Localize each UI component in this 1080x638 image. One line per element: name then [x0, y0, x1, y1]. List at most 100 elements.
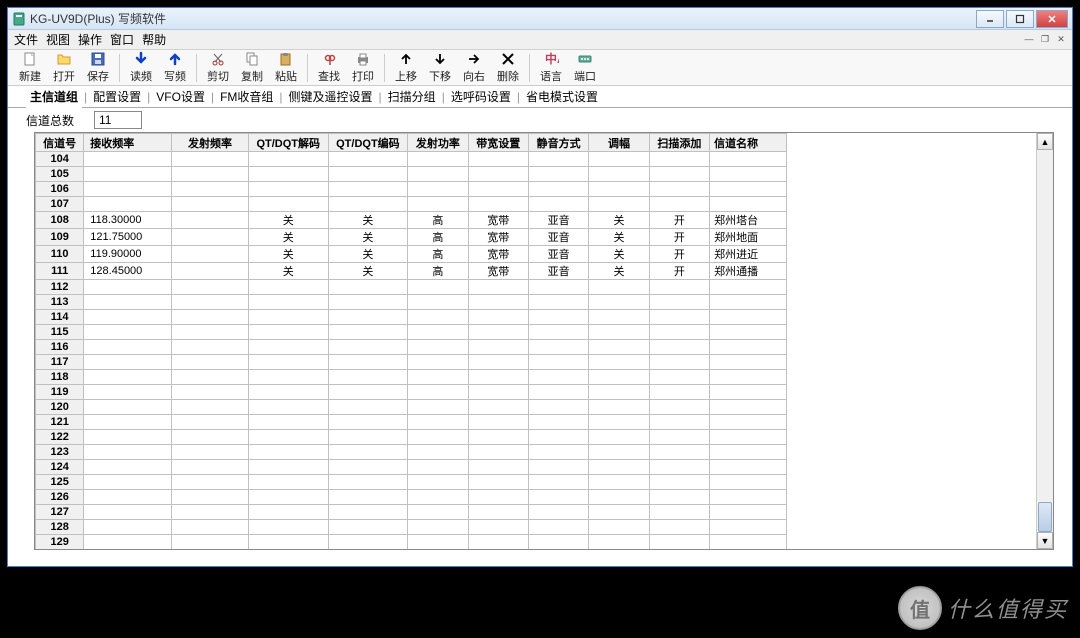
- col-encode[interactable]: QT/DQT编码: [328, 134, 408, 152]
- paste-button[interactable]: 粘贴: [270, 51, 302, 85]
- menu-window[interactable]: 窗口: [110, 31, 134, 48]
- vertical-scrollbar[interactable]: ▲ ▼: [1036, 133, 1053, 549]
- table-row[interactable]: 118: [36, 370, 787, 385]
- mdi-minimize-button[interactable]: ―: [1022, 32, 1036, 46]
- find-icon: [321, 51, 337, 67]
- new-button[interactable]: 新建: [14, 51, 46, 85]
- tab-sidekey[interactable]: 侧键及遥控设置: [285, 86, 377, 107]
- tab-scan-group[interactable]: 扫描分组: [384, 86, 440, 107]
- delete-button[interactable]: 删除: [492, 51, 524, 85]
- close-button[interactable]: [1036, 10, 1068, 28]
- cut-icon: [210, 51, 226, 67]
- table-row[interactable]: 106: [36, 182, 787, 197]
- channel-count-input[interactable]: [94, 111, 142, 129]
- col-channel-num[interactable]: 信道号: [36, 134, 84, 152]
- table-row[interactable]: 110119.90000关关高宽带亚音关开郑州进近: [36, 246, 787, 263]
- maximize-button[interactable]: [1006, 10, 1034, 28]
- tab-strip: 主信道组| 配置设置| VFO设置| FM收音组| 侧键及遥控设置| 扫描分组|…: [8, 86, 1072, 108]
- download-icon: [133, 51, 149, 67]
- tab-selcall[interactable]: 选呼码设置: [447, 86, 515, 107]
- write-button[interactable]: 写频: [159, 51, 191, 85]
- mdi-restore-button[interactable]: ❐: [1038, 32, 1052, 46]
- table-row[interactable]: 112: [36, 280, 787, 295]
- table-row[interactable]: 113: [36, 295, 787, 310]
- table-row[interactable]: 108118.30000关关高宽带亚音关开郑州塔台: [36, 212, 787, 229]
- table-row[interactable]: 128: [36, 520, 787, 535]
- watermark: 值 什么值得买: [898, 586, 1068, 630]
- menu-help[interactable]: 帮助: [142, 31, 166, 48]
- port-button[interactable]: 端口: [569, 51, 601, 85]
- col-decode[interactable]: QT/DQT解码: [248, 134, 328, 152]
- moveup-button[interactable]: 上移: [390, 51, 422, 85]
- copy-button[interactable]: 复制: [236, 51, 268, 85]
- table-row[interactable]: 127: [36, 505, 787, 520]
- minimize-button[interactable]: [976, 10, 1004, 28]
- scroll-thumb[interactable]: [1038, 502, 1052, 532]
- table-row[interactable]: 120: [36, 400, 787, 415]
- tab-config[interactable]: 配置设置: [89, 86, 145, 107]
- table-row[interactable]: 114: [36, 310, 787, 325]
- table-header-row: 信道号 接收频率 发射频率 QT/DQT解码 QT/DQT编码 发射功率 带宽设…: [36, 134, 787, 152]
- open-icon: [56, 51, 72, 67]
- tab-fm[interactable]: FM收音组: [216, 86, 277, 107]
- table-row[interactable]: 115: [36, 325, 787, 340]
- read-button[interactable]: 读频: [125, 51, 157, 85]
- upload-icon: [167, 51, 183, 67]
- arrow-up-icon: [398, 51, 414, 67]
- save-button[interactable]: 保存: [82, 51, 114, 85]
- cut-button[interactable]: 剪切: [202, 51, 234, 85]
- delete-icon: [500, 51, 516, 67]
- copy-icon: [244, 51, 260, 67]
- save-icon: [90, 51, 106, 67]
- menu-file[interactable]: 文件: [14, 31, 38, 48]
- paste-icon: [278, 51, 294, 67]
- tab-powersave[interactable]: 省电模式设置: [522, 86, 602, 107]
- col-modulation[interactable]: 调幅: [589, 134, 649, 152]
- table-row[interactable]: 125: [36, 475, 787, 490]
- table-row[interactable]: 105: [36, 167, 787, 182]
- menu-view[interactable]: 视图: [46, 31, 70, 48]
- table-row[interactable]: 119: [36, 385, 787, 400]
- table-row[interactable]: 124: [36, 460, 787, 475]
- print-button[interactable]: 打印: [347, 51, 379, 85]
- print-icon: [355, 51, 371, 67]
- table-row[interactable]: 121: [36, 415, 787, 430]
- language-button[interactable]: 中A语言: [535, 51, 567, 85]
- col-scan-add[interactable]: 扫描添加: [649, 134, 709, 152]
- table-row[interactable]: 117: [36, 355, 787, 370]
- window-title: KG-UV9D(Plus) 写频软件: [30, 10, 976, 27]
- col-rx-freq[interactable]: 接收频率: [84, 134, 172, 152]
- mdi-close-button[interactable]: ✕: [1054, 32, 1068, 46]
- open-button[interactable]: 打开: [48, 51, 80, 85]
- menu-bar: 文件 视图 操作 窗口 帮助: [8, 30, 1072, 50]
- moveright-button[interactable]: 向右: [458, 51, 490, 85]
- movedown-button[interactable]: 下移: [424, 51, 456, 85]
- col-power[interactable]: 发射功率: [408, 134, 468, 152]
- arrow-down-icon: [432, 51, 448, 67]
- col-bandwidth[interactable]: 带宽设置: [468, 134, 528, 152]
- table-row[interactable]: 111128.45000关关高宽带亚音关开郑州通播: [36, 263, 787, 280]
- col-tx-freq[interactable]: 发射频率: [172, 134, 249, 152]
- scroll-down-button[interactable]: ▼: [1037, 532, 1053, 549]
- scroll-up-button[interactable]: ▲: [1037, 133, 1053, 150]
- table-row[interactable]: 122: [36, 430, 787, 445]
- table-row[interactable]: 116: [36, 340, 787, 355]
- table-row[interactable]: 126: [36, 490, 787, 505]
- watermark-badge-icon: 值: [898, 586, 942, 630]
- col-mute[interactable]: 静音方式: [528, 134, 588, 152]
- table-row[interactable]: 129: [36, 535, 787, 550]
- toolbar: 新建 打开 保存 读频 写频 剪切 复制 粘贴 查找 打印 上移 下移 向右 删…: [8, 50, 1072, 86]
- menu-operate[interactable]: 操作: [78, 31, 102, 48]
- table-row[interactable]: 107: [36, 197, 787, 212]
- tab-main-channels[interactable]: 主信道组: [26, 86, 82, 109]
- table-row[interactable]: 104: [36, 152, 787, 167]
- svg-text:中A: 中A: [545, 51, 559, 66]
- find-button[interactable]: 查找: [313, 51, 345, 85]
- col-channel-name[interactable]: 信道名称: [710, 134, 787, 152]
- table-row[interactable]: 109121.75000关关高宽带亚音关开郑州地面: [36, 229, 787, 246]
- port-icon: [577, 51, 593, 67]
- title-bar: KG-UV9D(Plus) 写频软件: [8, 8, 1072, 30]
- table-row[interactable]: 123: [36, 445, 787, 460]
- app-icon: [12, 12, 26, 26]
- tab-vfo[interactable]: VFO设置: [152, 86, 209, 107]
